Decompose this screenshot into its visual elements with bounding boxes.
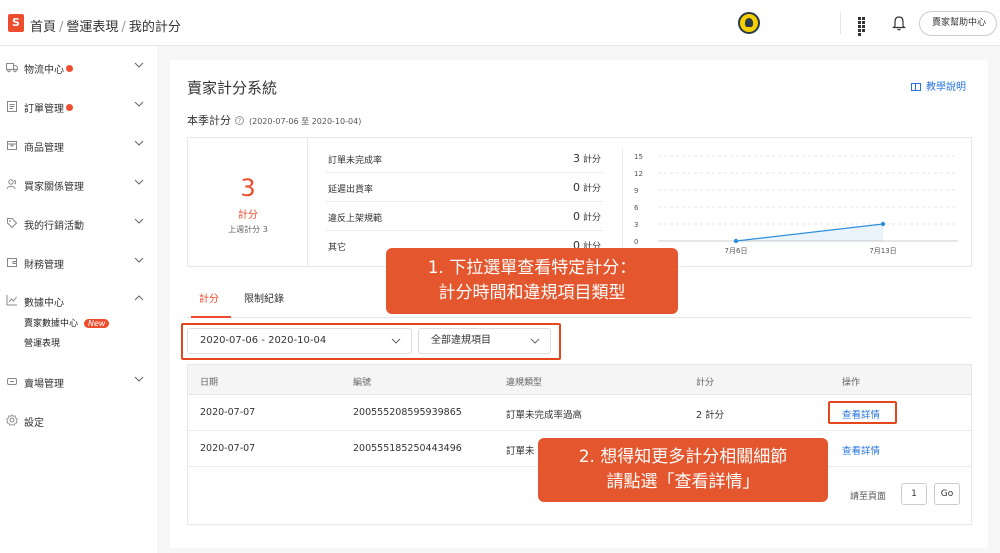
sidebar-item-label: 賣場管理 (24, 379, 64, 390)
sidebar: 物流中心 訂單管理 商品管理 買家關係管理 我的行銷活動 財務管理 數據中心 賣… (0, 46, 157, 553)
chevron-down-icon[interactable] (134, 374, 144, 384)
breakdown-row: 延遲出貨率 0 計分 (326, 173, 603, 202)
score-trend-chart: 15 12 9 6 3 0 7月6日 7月13日 (634, 153, 958, 255)
column-header: 編號 (353, 378, 372, 388)
gear-icon (6, 414, 18, 426)
breadcrumb-performance[interactable]: 營運表現 (66, 20, 118, 35)
chevron-down-icon[interactable] (134, 138, 144, 148)
page-jump-label: 請至頁面 (850, 492, 887, 502)
y-tick-label: 12 (634, 170, 643, 178)
breadcrumb: 首頁 / 營運表現 / 我的計分 (30, 16, 181, 35)
help-icon[interactable]: ? (235, 116, 244, 125)
season-range: (2020-07-06 至 2020-10-04) (249, 117, 362, 126)
active-tab-indicator (191, 316, 231, 318)
sidebar-subitem-performance[interactable]: 營運表現 (24, 336, 60, 349)
wallet-icon (7, 258, 17, 267)
breadcrumb-separator: / (59, 20, 64, 35)
y-tick-label: 9 (634, 187, 638, 195)
sidebar-item-label: 商品管理 (24, 143, 64, 154)
sidebar-item-logistics[interactable]: 物流中心 (0, 58, 157, 78)
sidebar-item-label: 財務管理 (24, 260, 64, 271)
page-number-input[interactable]: 1 (901, 483, 927, 505)
total-score-panel: 3 計分 上週計分 3 (188, 138, 308, 266)
data-point (733, 238, 739, 244)
column-header: 計分 (696, 378, 715, 388)
column-header: 違規類型 (506, 378, 543, 388)
view-details-link[interactable]: 查看詳情 (842, 443, 880, 457)
divider (840, 12, 841, 34)
people-icon (6, 179, 17, 190)
y-tick-label: 0 (634, 238, 638, 246)
page-title: 賣家計分系統 (187, 79, 278, 97)
seller-help-center-button[interactable]: 賣家幫助中心 (919, 11, 997, 36)
callout-dropdown-tip: 1. 下拉選單查看特定計分： 計分時間和違規項目類型 (386, 248, 678, 314)
total-score-value: 3 (240, 174, 256, 202)
sidebar-item-settings[interactable]: 設定 (0, 411, 157, 431)
tutorial-link[interactable]: 教學說明 (911, 78, 966, 93)
sidebar-item-label: 我的行銷活動 (24, 221, 84, 232)
chart-icon (6, 295, 17, 306)
sidebar-item-finance[interactable]: 財務管理 (0, 253, 157, 273)
sidebar-item-products[interactable]: 商品管理 (0, 136, 157, 156)
chevron-down-icon[interactable] (134, 99, 144, 109)
y-tick-label: 3 (634, 221, 638, 229)
chevron-down-icon[interactable] (134, 216, 144, 226)
chevron-down-icon[interactable] (134, 255, 144, 265)
truck-icon (6, 63, 18, 73)
top-bar: S 首頁 / 營運表現 / 我的計分 賣家幫助中心 (0, 0, 1000, 46)
sidebar-item-orders[interactable]: 訂單管理 (0, 97, 157, 117)
y-tick-label: 15 (634, 153, 643, 161)
x-tick-label: 7月13日 (869, 247, 896, 255)
breakdown-row: 訂單未完成率 3 計分 (326, 144, 603, 173)
y-tick-label: 6 (634, 204, 639, 212)
shopee-logo-icon[interactable]: S (8, 14, 24, 32)
tab-restriction-records[interactable]: 限制紀錄 (244, 290, 284, 305)
callout-details-tip: 2. 想得知更多計分相關細節 請點選「查看詳情」 (538, 438, 828, 502)
breadcrumb-current: 我的計分 (128, 20, 181, 35)
column-header: 操作 (842, 378, 861, 388)
sidebar-item-buyer-relations[interactable]: 買家關係管理 (0, 175, 157, 195)
breadcrumb-separator: / (121, 20, 126, 35)
divider (622, 148, 623, 260)
new-badge: New (84, 319, 110, 328)
sidebar-subitem-seller-data-center[interactable]: 賣家數據中心 New (24, 316, 110, 329)
apps-grid-icon[interactable] (858, 17, 869, 36)
go-button[interactable]: Go (934, 483, 960, 505)
total-score-unit: 計分 (238, 210, 258, 221)
x-tick-label: 7月6日 (725, 247, 748, 255)
filter-highlight-box (181, 323, 561, 360)
sidebar-item-label: 物流中心 (24, 61, 73, 76)
tab-score[interactable]: 計分 (199, 290, 219, 305)
sidebar-item-label: 訂單管理 (24, 100, 73, 115)
sidebar-item-label: 買家關係管理 (24, 182, 84, 193)
breadcrumb-home[interactable]: 首頁 (30, 20, 56, 35)
view-details-highlight-box (828, 401, 897, 424)
tag-icon (7, 218, 18, 229)
sidebar-item-marketing[interactable]: 我的行銷活動 (0, 214, 157, 234)
column-header: 日期 (200, 378, 219, 388)
season-score-heading: 本季計分? (2020-07-06 至 2020-10-04) (187, 114, 362, 127)
table-header: 日期 編號 違規類型 計分 操作 (187, 364, 972, 395)
box-icon (7, 141, 17, 150)
sidebar-item-shop-management[interactable]: 賣場管理 (0, 372, 157, 392)
sidebar-item-label: 設定 (24, 418, 44, 429)
previous-week-score: 上週計分 3 (228, 225, 268, 234)
book-icon (911, 83, 921, 91)
sidebar-item-data-center[interactable]: 數據中心 (0, 291, 157, 311)
notification-dot (66, 65, 73, 72)
breakdown-row: 違反上架規範 0 計分 (326, 202, 603, 231)
bell-icon[interactable] (892, 15, 906, 31)
chevron-down-icon[interactable] (134, 60, 144, 70)
shop-icon (7, 378, 17, 385)
chevron-down-icon[interactable] (134, 177, 144, 187)
sidebar-item-label: 數據中心 (24, 298, 64, 309)
notification-dot (66, 104, 73, 111)
avatar[interactable] (738, 12, 760, 34)
clipboard-icon (7, 101, 17, 112)
chevron-up-icon[interactable] (134, 293, 144, 303)
data-point (880, 221, 886, 227)
